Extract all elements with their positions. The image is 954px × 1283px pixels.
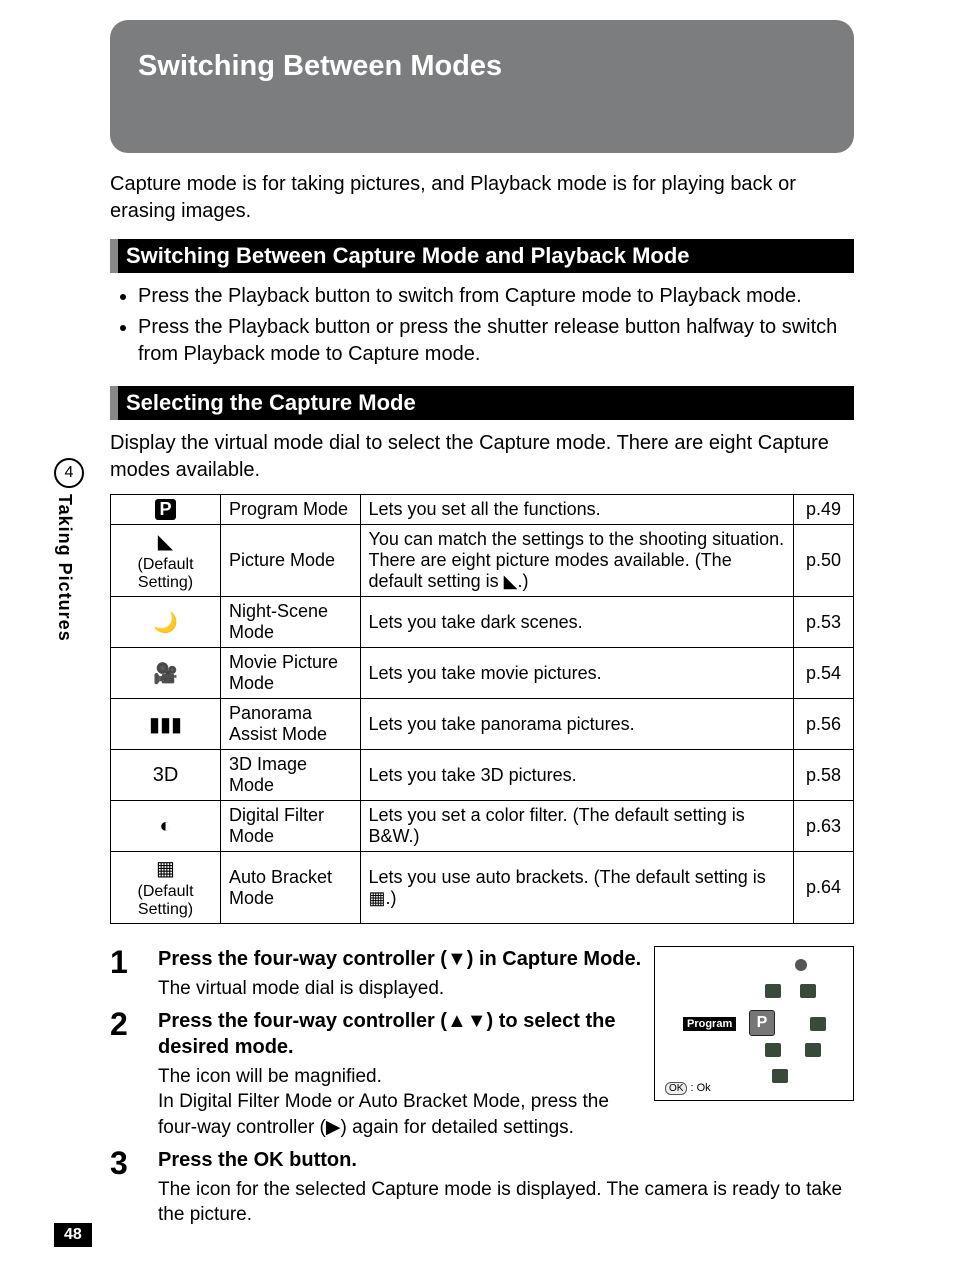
mode-icon: ◐ [159, 815, 171, 838]
mode-icon: ▮▮▮ [149, 712, 182, 737]
mode-name: Picture Mode [221, 525, 361, 597]
mode-name: Movie Picture Mode [221, 648, 361, 699]
mode-description: Lets you take movie pictures. [360, 648, 793, 699]
mode-icon-cell: 🌙 [111, 597, 221, 648]
dial-panorama-icon [810, 1017, 826, 1031]
step-text: The icon will be magnified.In Digital Fi… [158, 1064, 642, 1141]
dial-movie-icon [805, 1043, 821, 1057]
table-row: ▦(Default Setting)Auto Bracket ModeLets … [111, 852, 854, 924]
dial-picture-icon [765, 1043, 781, 1057]
bullet-item: Press the Playback button or press the s… [138, 314, 854, 368]
mode-name: Night-Scene Mode [221, 597, 361, 648]
mode-page-ref: p.58 [794, 750, 854, 801]
table-row: 3D 3D Image ModeLets you take 3D pictures… [111, 750, 854, 801]
step: 3 Press the OK button. The icon for the se… [110, 1147, 854, 1228]
mode-name: Program Mode [221, 495, 361, 525]
step-body: Press the four-way controller (▲▼) to se… [158, 1008, 642, 1141]
mode-page-ref: p.56 [794, 699, 854, 750]
table-row: ◐ Digital Filter ModeLets you set a color… [111, 801, 854, 852]
mode-description: Lets you set a color filter. (The defaul… [360, 801, 793, 852]
mode-name: 3D Image Mode [221, 750, 361, 801]
table-row: 🎥 Movie Picture ModeLets you take movie p… [111, 648, 854, 699]
step-body: Press the OK button. The icon for the sel… [158, 1147, 854, 1228]
intro-text: Capture mode is for taking pictures, and… [110, 171, 854, 225]
mode-description: Lets you use auto brackets. (The default… [360, 852, 793, 924]
mode-icon-cell: ▦(Default Setting) [111, 852, 221, 924]
modes-table: P Program ModeLets you set all the functi… [110, 494, 854, 924]
mode-icon-cell: ◐ [111, 801, 221, 852]
mode-icon-cell: P [111, 495, 221, 525]
page-number: 48 [54, 1223, 92, 1247]
section-heading-2: Selecting the Capture Mode [110, 386, 854, 420]
step-number: 1 [110, 946, 140, 1002]
table-row: ◣(Default Setting)Picture ModeYou can ma… [111, 525, 854, 597]
dial-filter-icon [795, 959, 807, 971]
mode-name: Digital Filter Mode [221, 801, 361, 852]
page-title: Switching Between Modes [110, 20, 854, 153]
dial-3d-icon [800, 984, 816, 998]
dial-ok-hint: OK : Ok [665, 1082, 711, 1094]
mode-page-ref: p.63 [794, 801, 854, 852]
mode-page-ref: p.49 [794, 495, 854, 525]
mode-icon-cell: ▮▮▮ [111, 699, 221, 750]
mode-icon: ▦ [156, 856, 175, 881]
mode-dial-figure: Program P OK : Ok [654, 946, 854, 1101]
dial-selected-mode-tile: P [749, 1010, 775, 1036]
step-title: Press the four-way controller (▲▼) to se… [158, 1008, 642, 1060]
step-text: The virtual mode dial is displayed. [158, 976, 642, 1002]
mode-page-ref: p.50 [794, 525, 854, 597]
mode-name: Auto Bracket Mode [221, 852, 361, 924]
mode-icon-sub: (Default Setting) [119, 883, 212, 919]
dial-bracket-icon [765, 984, 781, 998]
mode-page-ref: p.54 [794, 648, 854, 699]
step-number: 2 [110, 1008, 140, 1141]
table-row: 🌙 Night-Scene ModeLets you take dark scen… [111, 597, 854, 648]
mode-description: Lets you set all the functions. [360, 495, 793, 525]
table-row: ▮▮▮ Panorama Assist ModeLets you take pan… [111, 699, 854, 750]
mode-icon: 🌙 [153, 610, 178, 635]
page-body: Switching Between Modes Capture mode is … [0, 0, 954, 1283]
mode-description: Lets you take dark scenes. [360, 597, 793, 648]
mode-description: Lets you take panorama pictures. [360, 699, 793, 750]
mode-icon-cell: ◣(Default Setting) [111, 525, 221, 597]
mode-icon: 🎥 [153, 661, 178, 686]
mode-description: Lets you take 3D pictures. [360, 750, 793, 801]
section2-lead: Display the virtual mode dial to select … [110, 430, 854, 484]
step: 2 Press the four-way controller (▲▼) to s… [110, 1008, 642, 1141]
step-title: Press the OK button. [158, 1147, 854, 1173]
mode-icon-cell: 🎥 [111, 648, 221, 699]
mode-name: Panorama Assist Mode [221, 699, 361, 750]
mode-icon-cell: 3D [111, 750, 221, 801]
table-row: P Program ModeLets you set all the functi… [111, 495, 854, 525]
dial-program-label: Program [683, 1017, 736, 1031]
mode-page-ref: p.64 [794, 852, 854, 924]
mode-icon: P [155, 499, 175, 520]
section-heading-1: Switching Between Capture Mode and Playb… [110, 239, 854, 273]
mode-icon: ◣ [158, 529, 173, 554]
mode-description: You can match the settings to the shooti… [360, 525, 793, 597]
mode-icon-sub: (Default Setting) [119, 556, 212, 592]
step-title: Press the four-way controller (▼) in Cap… [158, 946, 642, 972]
step-number: 3 [110, 1147, 140, 1228]
section1-bullets: Press the Playback button to switch from… [110, 283, 854, 368]
dial-night-icon [772, 1069, 788, 1083]
mode-page-ref: p.53 [794, 597, 854, 648]
step-body: Press the four-way controller (▼) in Cap… [158, 946, 642, 1002]
mode-icon: 3D [153, 764, 179, 787]
bullet-item: Press the Playback button to switch from… [138, 283, 854, 310]
step: 1 Press the four-way controller (▼) in Ca… [110, 946, 642, 1002]
step-text: The icon for the selected Capture mode i… [158, 1177, 854, 1228]
